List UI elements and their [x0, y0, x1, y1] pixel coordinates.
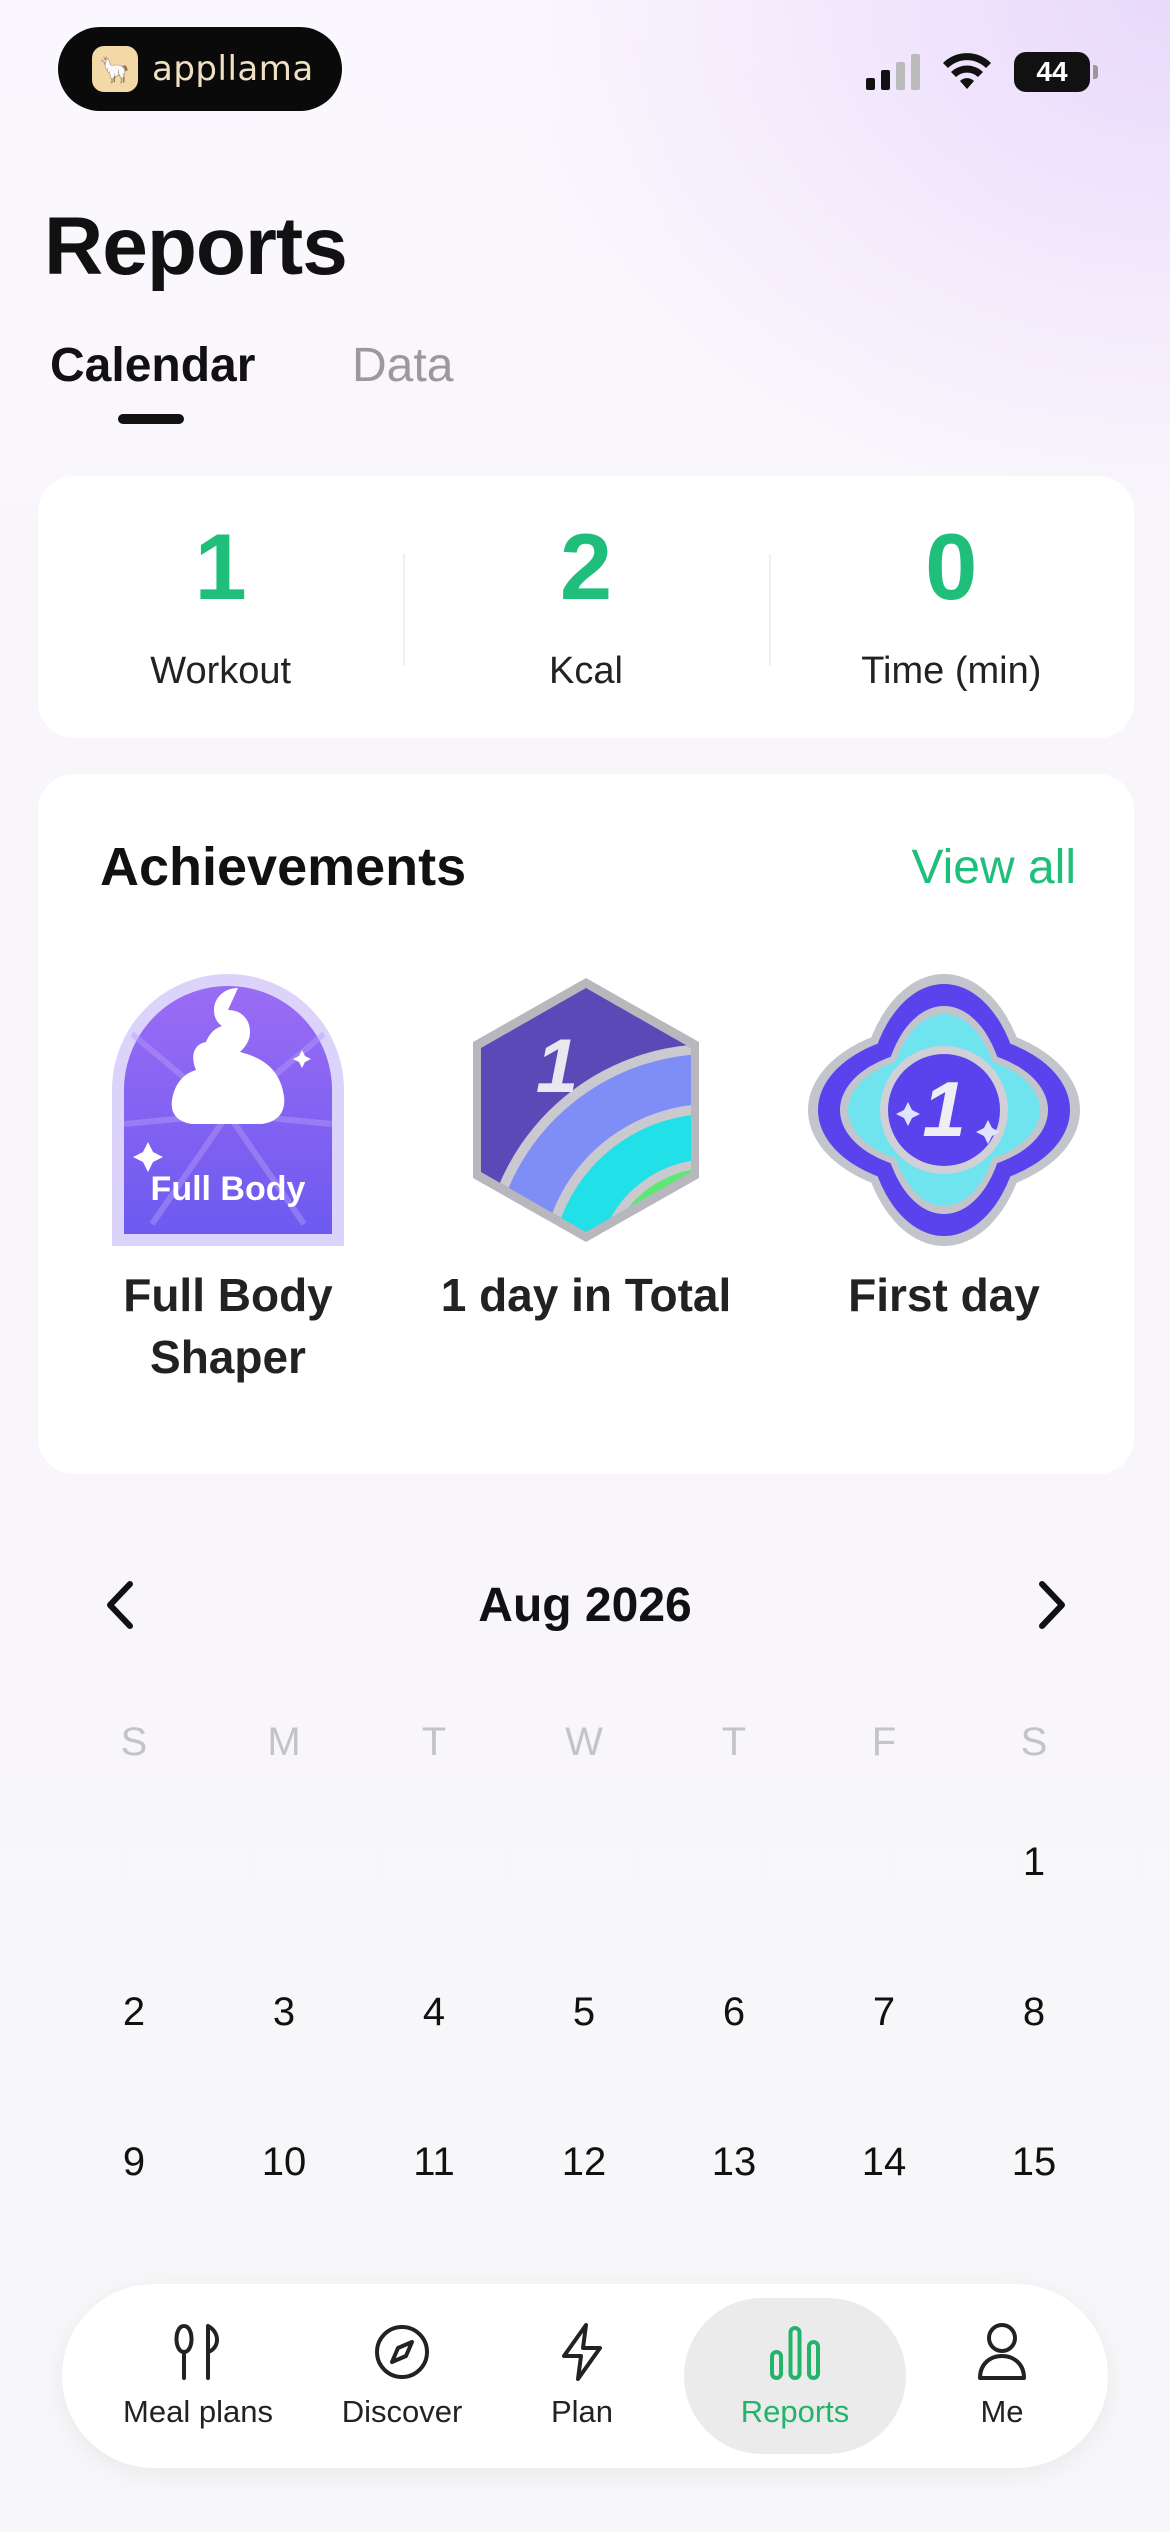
bottom-nav: Meal plans Discover Plan Reports Me	[62, 2284, 1108, 2468]
badge-full-body-shaper[interactable]: Full Body Full Body Shaper	[68, 974, 388, 1388]
nav-item-discover[interactable]: Discover	[302, 2284, 502, 2468]
nav-item-meal-plans[interactable]: Meal plans	[88, 2284, 308, 2468]
chevron-right-icon[interactable]	[1022, 1570, 1082, 1640]
nav-item-me[interactable]: Me	[922, 2284, 1082, 2468]
calendar-day[interactable]: 8	[959, 1990, 1109, 2035]
calendar-day[interactable]: 4	[359, 1990, 509, 2035]
weekday-label: S	[1020, 1720, 1048, 1764]
stat-value: 2	[559, 514, 613, 619]
calendar-day[interactable]: 3	[209, 1990, 359, 2035]
calendar-day[interactable]: 13	[659, 2140, 809, 2185]
calendar-day[interactable]: 1	[959, 1840, 1109, 1885]
status-indicators: 44	[866, 52, 1098, 92]
calendar-day[interactable]: 2	[59, 1990, 209, 2035]
badge-label: 1 day in Total	[440, 1269, 732, 1321]
weekday-label: F	[871, 1720, 897, 1764]
achievements-title: Achievements	[100, 837, 467, 897]
calendar-day[interactable]: 10	[209, 2140, 359, 2185]
stat-value: 1	[194, 514, 247, 619]
weekday-label: T	[421, 1720, 447, 1764]
badge-first-day[interactable]: 1 First day	[784, 974, 1104, 1326]
first-day-badge-icon: 1	[808, 974, 1080, 1246]
stat-value: 0	[925, 514, 978, 619]
weekday-label: M	[267, 1720, 301, 1764]
nav-label: Meal plans	[123, 2394, 273, 2429]
stat-workout: 1 Workout	[38, 476, 403, 738]
weekday-label: T	[721, 1720, 747, 1764]
badge-label: First day	[848, 1269, 1040, 1321]
calendar-day[interactable]: 15	[959, 2140, 1109, 2185]
brand-name: appllama	[152, 49, 314, 89]
calendar-day[interactable]: 14	[809, 2140, 959, 2185]
calendar-day[interactable]: 11	[359, 2140, 509, 2185]
nav-label: Me	[980, 2394, 1024, 2429]
battery-level: 44	[1036, 56, 1068, 87]
one-day-total-badge-icon: 1	[473, 978, 699, 1242]
first-day-badge-number: 1	[922, 1065, 965, 1153]
nav-label: Plan	[550, 2394, 614, 2429]
calendar-day[interactable]: 5	[509, 1990, 659, 2035]
active-tab-indicator	[118, 414, 184, 424]
view-all-link[interactable]: View all	[911, 840, 1076, 895]
lightning-icon	[562, 2323, 602, 2381]
stat-kcal: 2 Kcal	[403, 476, 768, 738]
nav-item-reports[interactable]: Reports	[684, 2284, 906, 2468]
person-icon	[978, 2323, 1026, 2380]
nav-label: Discover	[341, 2394, 463, 2429]
utensils-icon	[174, 2323, 219, 2380]
compass-icon	[375, 2325, 429, 2379]
nav-label: Reports	[740, 2394, 850, 2429]
wifi-icon	[943, 53, 991, 89]
stat-label: Time (min)	[861, 650, 1042, 692]
calendar-day[interactable]: 6	[659, 1990, 809, 2035]
weekday-label: S	[120, 1720, 148, 1764]
achievements-card: Achievements View all Full Body Full Bod…	[38, 774, 1134, 1474]
tab-data[interactable]: Data	[352, 338, 453, 393]
nav-item-plan[interactable]: Plan	[502, 2284, 662, 2468]
full-body-badge-icon: Full Body	[112, 974, 344, 1246]
calendar-day[interactable]: 12	[509, 2140, 659, 2185]
calendar-day[interactable]: 9	[59, 2140, 209, 2185]
one-day-badge-number: 1	[536, 1024, 578, 1109]
battery-icon: 44	[1014, 52, 1098, 92]
tab-calendar[interactable]: Calendar	[50, 338, 255, 393]
stat-label: Kcal	[549, 650, 623, 692]
badge-label: Full Body Shaper	[123, 1269, 333, 1383]
stat-label: Workout	[150, 650, 292, 692]
badge-one-day-total[interactable]: 1 1 day in Total	[426, 974, 746, 1326]
page-title: Reports	[44, 201, 348, 292]
summary-card: 1 Workout 2 Kcal 0 Time (min)	[38, 476, 1134, 738]
calendar-day[interactable]: 7	[809, 1990, 959, 2035]
cellular-signal-icon	[866, 54, 920, 90]
full-body-badge-text: Full Body	[151, 1170, 306, 1208]
stat-time: 0 Time (min)	[768, 476, 1134, 738]
bar-chart-icon	[770, 2326, 820, 2380]
weekday-label: W	[565, 1720, 603, 1764]
llama-logo-icon: 🦙	[92, 46, 138, 92]
calendar-month-title: Aug 2026	[478, 1579, 692, 1632]
brand-pill[interactable]: 🦙 appllama	[58, 27, 342, 111]
